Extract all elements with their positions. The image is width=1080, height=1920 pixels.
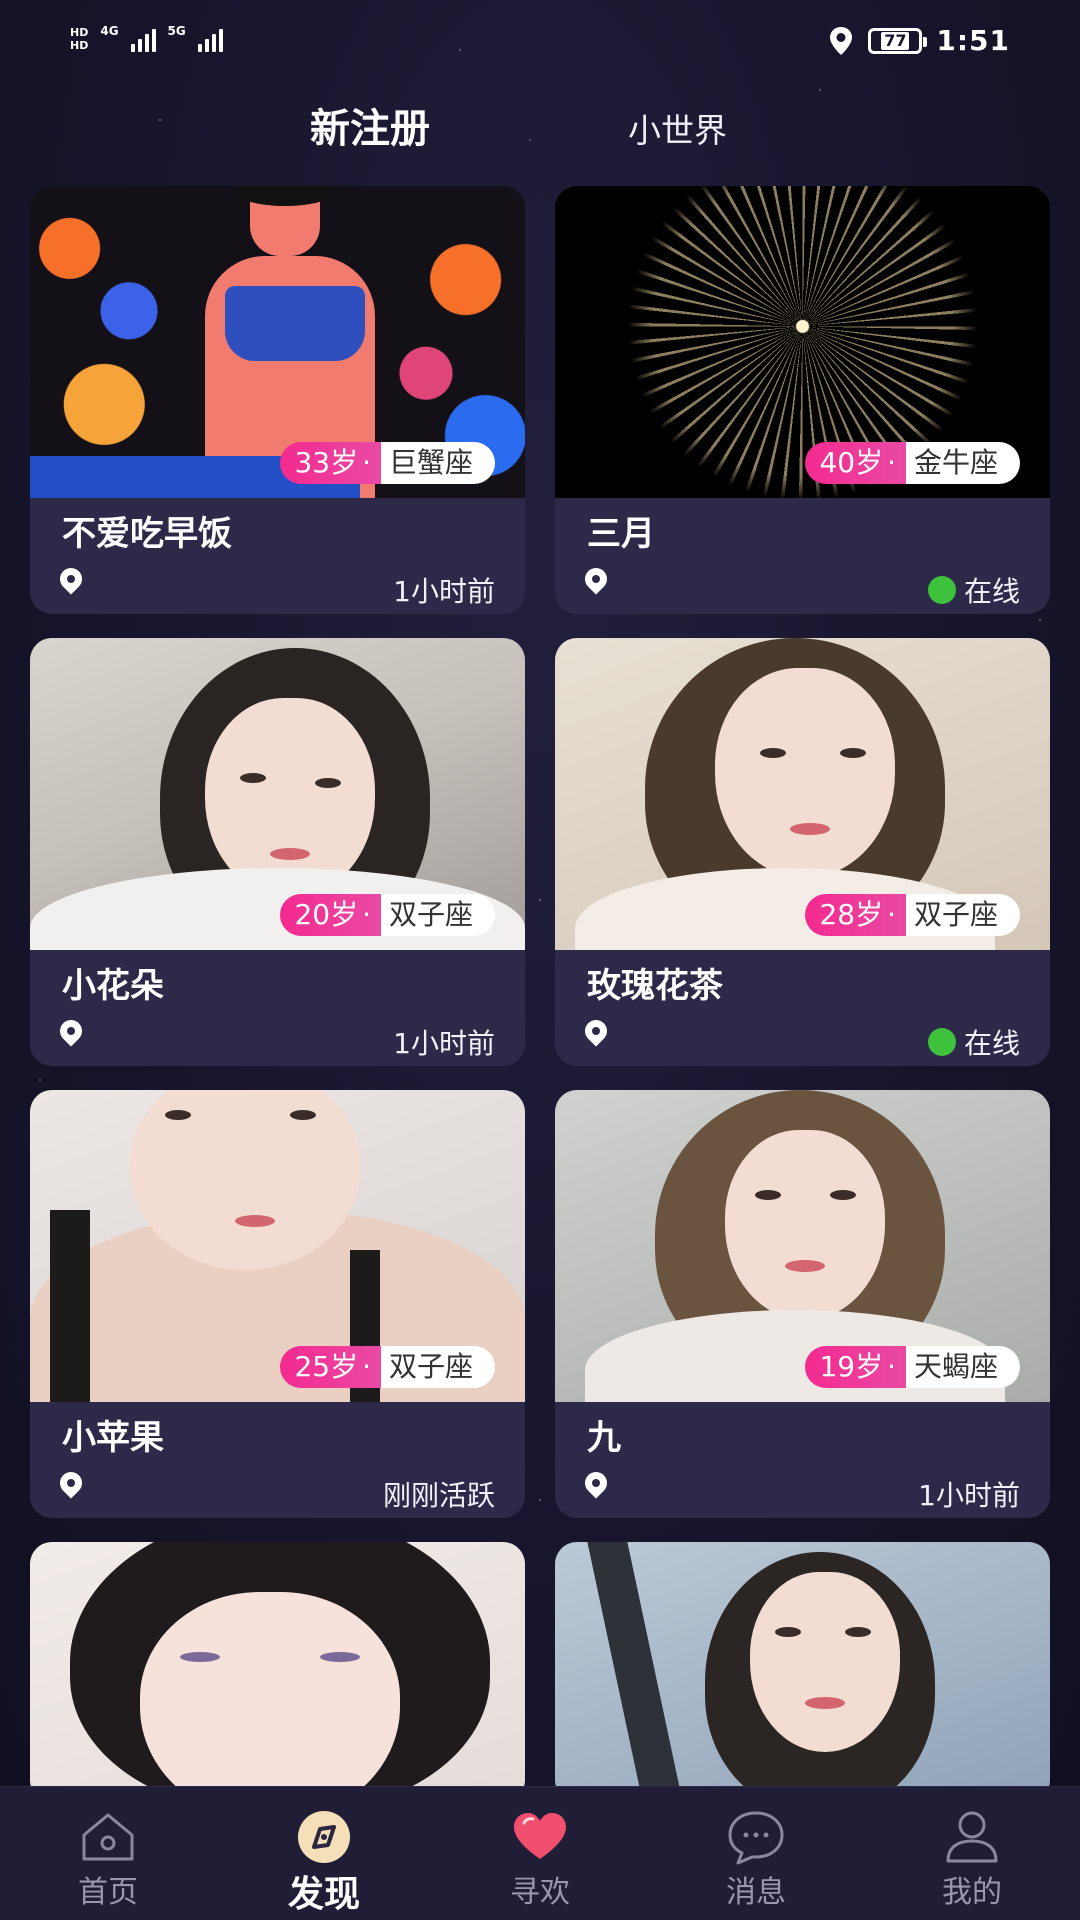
activity-status: 在线 [927, 570, 1020, 610]
location-pin-icon [580, 563, 612, 595]
bottom-navigation: 首页 发现 寻欢 消息 我的 [0, 1786, 1080, 1920]
activity-text: 在线 [963, 575, 1020, 608]
user-name: 不爱吃早饭 [62, 514, 232, 554]
age-label: 28岁 [805, 894, 906, 936]
compass-icon [298, 1811, 350, 1863]
home-icon [82, 1813, 134, 1861]
sim-tags: HD HD [70, 26, 88, 52]
discover-screen: HD HD 4G 5G 77 1:51 新注册 小世界 33岁 · 巨蟹座 不爱… [0, 0, 1080, 1920]
activity-status: 刚刚活跃 [383, 1474, 495, 1514]
activity-text: 1小时前 [918, 1479, 1020, 1512]
activity-text: 刚刚活跃 [382, 1479, 495, 1512]
signal-group: HD HD 4G 5G [70, 24, 223, 52]
activity-text: 1小时前 [393, 1027, 495, 1060]
status-right-group: 77 1:51 [828, 24, 1010, 57]
card-info: 九 1小时前 [555, 1402, 1050, 1518]
user-name: 小苹果 [62, 1418, 164, 1458]
activity-status: 1小时前 [393, 1022, 495, 1062]
online-dot-icon [927, 576, 956, 604]
activity-status: 在线 [927, 1022, 1020, 1062]
age-sign-badge: 25岁 双子座 [280, 1346, 495, 1388]
nav-seek[interactable]: 寻欢 [432, 1787, 648, 1920]
location-pin-icon [55, 563, 87, 595]
card-info: 小苹果 刚刚活跃 [30, 1402, 525, 1518]
clock: 1:51 [936, 24, 1010, 57]
user-card[interactable]: 33岁 巨蟹座 不爱吃早饭 1小时前 [30, 186, 525, 614]
status-bar: HD HD 4G 5G 77 1:51 [0, 0, 1080, 84]
tab-small-world[interactable]: 小世界 [628, 104, 727, 152]
card-info: 玫瑰花茶 在线 [555, 950, 1050, 1066]
network-type-2: 5G [167, 24, 186, 38]
nav-me-label: 我的 [942, 1875, 1002, 1910]
top-tabs: 新注册 小世界 [0, 96, 1080, 160]
user-name: 九 [587, 1418, 621, 1458]
location-icon [830, 26, 853, 55]
user-photo [30, 1542, 525, 1786]
activity-text: 1小时前 [393, 575, 495, 608]
activity-status: 1小时前 [918, 1474, 1020, 1514]
tab-new-register[interactable]: 新注册 [310, 96, 430, 154]
age-label: 25岁 [280, 1346, 381, 1388]
network-type-1: 4G [100, 24, 119, 38]
nav-seek-label: 寻欢 [510, 1875, 570, 1910]
battery-level: 77 [881, 31, 910, 50]
card-info: 不爱吃早饭 1小时前 [30, 498, 525, 614]
age-label: 19岁 [805, 1346, 906, 1388]
sim2-label: HD [70, 39, 89, 52]
age-label: 40岁 [805, 442, 906, 484]
user-card[interactable]: 20岁 双子座 小花朵 1小时前 [30, 638, 525, 1066]
location-pin-icon [580, 1015, 612, 1047]
user-name: 三月 [587, 514, 655, 554]
age-label: 33岁 [280, 442, 381, 484]
age-sign-badge: 28岁 双子座 [805, 894, 1020, 936]
card-info: 三月 在线 [555, 498, 1050, 614]
location-pin-icon [580, 1467, 612, 1499]
zodiac-label: 双子座 [380, 894, 495, 936]
user-card[interactable] [555, 1542, 1050, 1786]
user-name: 小花朵 [62, 966, 164, 1006]
nav-home[interactable]: 首页 [0, 1787, 216, 1920]
zodiac-label: 双子座 [380, 1346, 495, 1388]
age-sign-badge: 20岁 双子座 [280, 894, 495, 936]
zodiac-label: 双子座 [905, 894, 1020, 936]
zodiac-label: 金牛座 [905, 442, 1020, 484]
nav-me[interactable]: 我的 [864, 1787, 1080, 1920]
sim1-label: HD [70, 26, 89, 39]
location-pin-icon [55, 1467, 87, 1499]
user-card[interactable]: 25岁 双子座 小苹果 刚刚活跃 [30, 1090, 525, 1518]
user-name: 玫瑰花茶 [587, 966, 723, 1006]
signal-strength-icon [130, 26, 156, 52]
card-info: 小花朵 1小时前 [30, 950, 525, 1066]
nav-discover-label: 发现 [287, 1874, 360, 1915]
activity-text: 在线 [963, 1027, 1020, 1060]
online-dot-icon [927, 1028, 956, 1056]
zodiac-label: 天蝎座 [905, 1346, 1020, 1388]
location-pin-icon [55, 1015, 87, 1047]
activity-status: 1小时前 [393, 570, 495, 610]
signal-strength-icon [197, 26, 223, 52]
battery-icon: 77 [868, 27, 928, 54]
user-card[interactable]: 40岁 金牛座 三月 在线 [555, 186, 1050, 614]
heart-icon [514, 1813, 566, 1859]
user-photo [555, 1542, 1050, 1786]
age-label: 20岁 [280, 894, 381, 936]
user-icon [946, 1811, 998, 1863]
age-sign-badge: 40岁 金牛座 [805, 442, 1020, 484]
user-card[interactable]: 19岁 天蝎座 九 1小时前 [555, 1090, 1050, 1518]
user-card[interactable]: 28岁 双子座 玫瑰花茶 在线 [555, 638, 1050, 1066]
nav-discover[interactable]: 发现 [216, 1787, 432, 1920]
user-card[interactable] [30, 1542, 525, 1786]
nav-messages[interactable]: 消息 [648, 1787, 864, 1920]
chat-bubble-icon [728, 1811, 784, 1865]
age-sign-badge: 19岁 天蝎座 [805, 1346, 1020, 1388]
zodiac-label: 巨蟹座 [380, 442, 495, 484]
nav-messages-label: 消息 [726, 1875, 786, 1910]
nav-home-label: 首页 [78, 1875, 138, 1910]
user-card-grid: 33岁 巨蟹座 不爱吃早饭 1小时前 40岁 金牛座 三月 [30, 186, 1050, 1786]
age-sign-badge: 33岁 巨蟹座 [280, 442, 495, 484]
